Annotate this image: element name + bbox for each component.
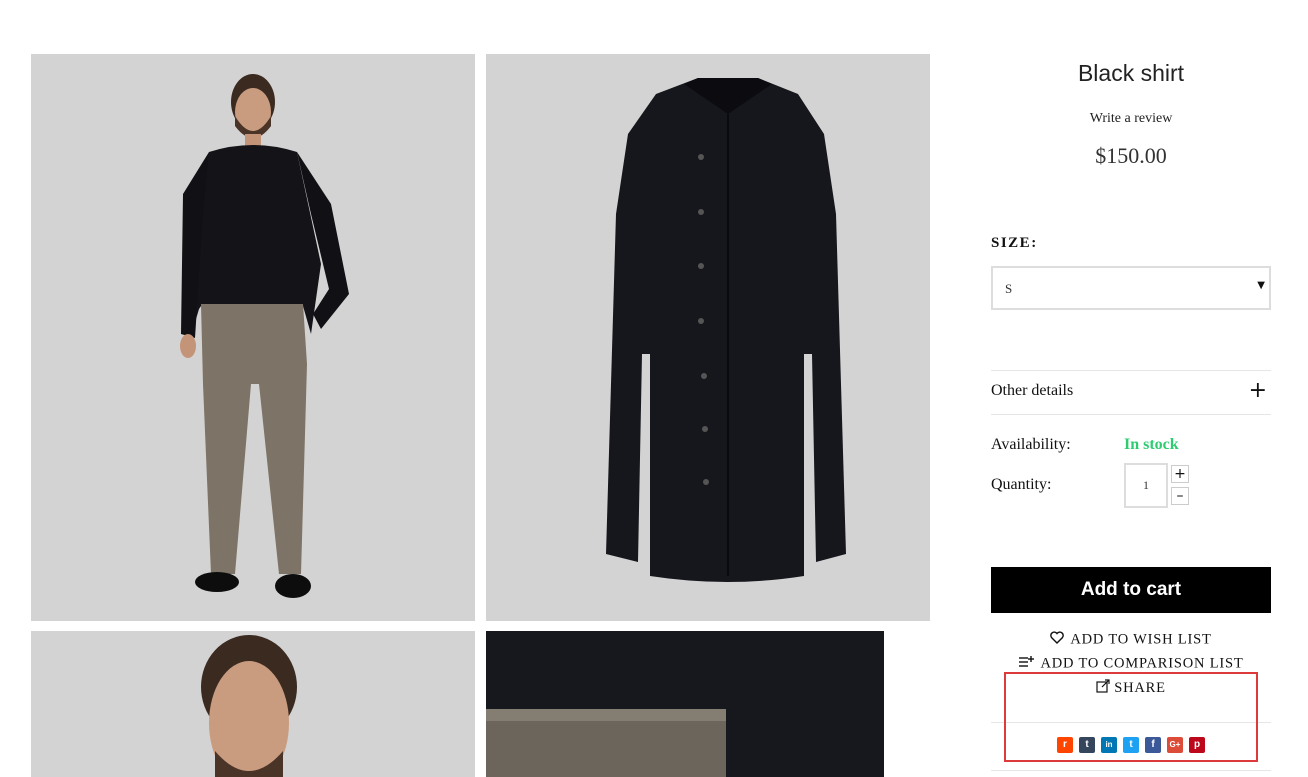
wish-list-label: ADD TO WISH LIST <box>1070 631 1212 648</box>
add-to-comparison-list-link[interactable]: ADD TO COMPARISON LIST <box>991 655 1271 673</box>
product-image-model-full[interactable] <box>31 54 475 621</box>
plus-icon[interactable]: + <box>1249 378 1267 403</box>
availability-status: In stock <box>1124 436 1179 453</box>
availability-label: Availability: <box>991 436 1071 453</box>
highlight-box <box>1004 672 1258 762</box>
size-select[interactable]: S ▼ <box>991 266 1271 310</box>
divider <box>991 370 1271 371</box>
divider <box>991 770 1271 771</box>
write-review-link[interactable]: Write a review <box>991 111 1271 127</box>
size-label: SIZE: <box>991 235 1038 251</box>
quantity-decrement-button[interactable]: – <box>1171 487 1189 505</box>
product-price: $150.00 <box>1095 143 1167 168</box>
quantity-label: Quantity: <box>991 476 1052 493</box>
heart-icon <box>1050 631 1065 649</box>
other-details-toggle[interactable]: Other details + <box>991 378 1271 406</box>
other-details-label: Other details <box>991 382 1074 399</box>
comparison-list-label: ADD TO COMPARISON LIST <box>1040 655 1244 672</box>
divider <box>991 414 1271 415</box>
quantity-increment-button[interactable]: + <box>1171 465 1189 483</box>
add-to-wish-list-link[interactable]: ADD TO WISH LIST <box>991 631 1271 649</box>
product-image-model-closeup[interactable] <box>31 631 475 777</box>
dropdown-caret-icon: ▼ <box>1257 280 1265 291</box>
product-title: Black shirt <box>1077 60 1185 86</box>
size-selected-value: S <box>1005 281 1013 296</box>
comparison-list-icon <box>1018 655 1035 673</box>
add-to-cart-button[interactable]: Add to cart <box>991 567 1271 613</box>
product-image-shirt-flat[interactable] <box>486 54 930 621</box>
quantity-input[interactable]: 1 <box>1124 463 1168 508</box>
product-image-detail-waist[interactable] <box>486 631 930 777</box>
